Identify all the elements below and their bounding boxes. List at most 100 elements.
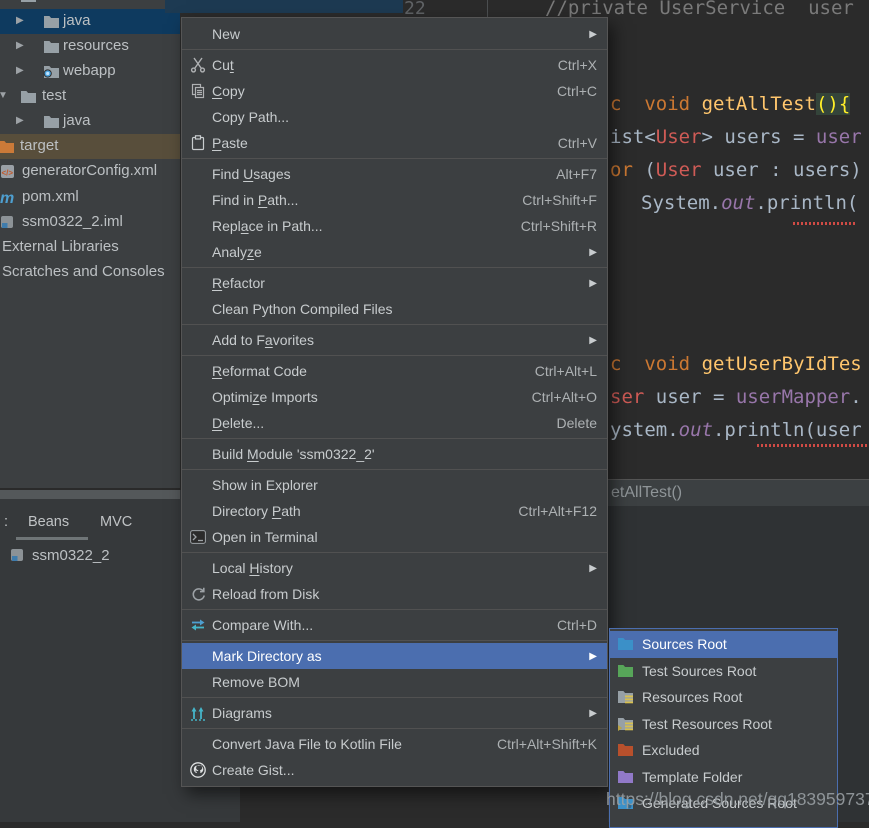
menu-icon-spacer	[188, 26, 208, 43]
menu-item-label: Build Module 'ssm0322_2'	[212, 446, 375, 462]
tab-beans[interactable]: Beans	[28, 514, 69, 530]
tree-item-scratches[interactable]: Scratches and Consoles	[0, 260, 180, 285]
menu-item-refactor[interactable]: Refactor▶	[182, 270, 607, 296]
menu-item-label: Refactor	[212, 275, 265, 291]
menu-item-add-to-favorites[interactable]: Add to Favorites▶	[182, 327, 607, 353]
submenu-arrow-icon: ▶	[589, 651, 597, 662]
menu-item-show-in-explorer[interactable]: Show in Explorer	[182, 472, 607, 498]
menu-item-shortcut: Ctrl+Alt+L	[535, 363, 597, 379]
menu-item-label: Reformat Code	[212, 363, 307, 379]
module-row[interactable]: ssm0322_2	[0, 544, 180, 568]
reload-icon	[188, 586, 208, 603]
menu-separator	[182, 158, 607, 159]
menu-item-directory-path[interactable]: Directory PathCtrl+Alt+F12	[182, 498, 607, 524]
code-line-7: ystem.out.println(user	[610, 414, 862, 447]
code-token: (	[633, 159, 656, 181]
submenu-arrow-icon: ▶	[589, 247, 597, 258]
menu-item-label: Add to Favorites	[212, 332, 314, 348]
folder-excluded-icon	[617, 742, 635, 758]
menu-item-find-in-path[interactable]: Find in Path...Ctrl+Shift+F	[182, 187, 607, 213]
code-token: getAllTest	[702, 93, 816, 115]
menu-item-label: Open in Terminal	[212, 529, 318, 545]
tree-item-webapp[interactable]: ▶webapp	[0, 59, 180, 84]
tree-item-resources[interactable]: ▶resources	[0, 34, 180, 59]
compare-icon	[188, 617, 208, 634]
editor-gutter-divider	[487, 0, 488, 17]
menu-item-new[interactable]: New▶	[182, 21, 607, 47]
menu-separator	[182, 728, 607, 729]
tree-item-java[interactable]: ▶java	[0, 9, 180, 34]
menu-item-delete[interactable]: Delete...Delete	[182, 410, 607, 436]
tree-item-pom[interactable]: mpom.xml	[0, 185, 180, 210]
code-token: (){	[816, 93, 850, 115]
submenu-item-resources-root[interactable]: Resources Root	[610, 684, 837, 711]
menu-item-copy-path[interactable]: Copy Path...	[182, 104, 607, 130]
menu-separator	[182, 609, 607, 610]
menu-item-build-module[interactable]: Build Module 'ssm0322_2'	[182, 441, 607, 467]
code-token: out	[721, 192, 755, 214]
submenu-item-label: Resources Root	[642, 689, 742, 705]
diagrams-icon	[188, 705, 208, 722]
menu-item-clean-python-compiled-files[interactable]: Clean Python Compiled Files	[182, 296, 607, 322]
submenu-item-excluded[interactable]: Excluded	[610, 737, 837, 764]
menu-item-label: Replace in Path...	[212, 218, 323, 234]
menu-item-label: Compare With...	[212, 617, 313, 633]
tree-item-test[interactable]: ▼test	[0, 84, 180, 109]
code-token: .println(	[755, 192, 858, 214]
chevron-right-icon[interactable]: ▶	[16, 15, 24, 26]
menu-item-shortcut: Ctrl+Shift+F	[522, 192, 597, 208]
tree-item-label: main	[42, 0, 75, 3]
module-label: ssm0322_2	[32, 547, 110, 564]
menu-item-convert-java-to-kotlin[interactable]: Convert Java File to Kotlin FileCtrl+Alt…	[182, 731, 607, 757]
menu-item-copy[interactable]: CopyCtrl+C	[182, 78, 607, 104]
menu-item-remove-bom[interactable]: Remove BOM	[182, 669, 607, 695]
menu-item-compare-with[interactable]: Compare With...Ctrl+D	[182, 612, 607, 638]
tree-item-external-libraries[interactable]: External Libraries	[0, 235, 180, 260]
menu-item-open-in-terminal[interactable]: Open in Terminal	[182, 524, 607, 550]
chevron-right-icon[interactable]: ▶	[16, 65, 24, 76]
menu-item-cut[interactable]: CutCtrl+X	[182, 52, 607, 78]
tree-item-target[interactable]: target	[0, 134, 180, 159]
menu-item-create-gist[interactable]: Create Gist...	[182, 757, 607, 783]
chevron-right-icon[interactable]: ▶	[16, 115, 24, 126]
menu-item-analyze[interactable]: Analyze▶	[182, 239, 607, 265]
menu-item-optimize-imports[interactable]: Optimize ImportsCtrl+Alt+O	[182, 384, 607, 410]
menu-item-shortcut: Alt+F7	[556, 166, 597, 182]
menu-item-diagrams[interactable]: Diagrams▶	[182, 700, 607, 726]
menu-item-replace-in-path[interactable]: Replace in Path... Ctrl+Shift+R	[182, 213, 607, 239]
editor-tab-highlight	[165, 0, 403, 13]
chevron-right-icon[interactable]: ▶	[16, 40, 24, 51]
submenu-item-template-folder[interactable]: Template Folder	[610, 764, 837, 791]
tree-item-test-java[interactable]: ▶java	[0, 109, 180, 134]
submenu-item-test-resources-root[interactable]: Test Resources Root	[610, 711, 837, 738]
code-token: user	[816, 126, 862, 148]
menu-item-paste[interactable]: PasteCtrl+V	[182, 130, 607, 156]
menu-item-reformat-code[interactable]: Reformat Code Ctrl+Alt+L	[182, 358, 607, 384]
tree-item-label: pom.xml	[22, 188, 79, 205]
chevron-down-icon[interactable]: ▼	[0, 90, 8, 101]
menu-icon-spacer	[188, 446, 208, 463]
tree-item-iml[interactable]: ssm0322_2.iml	[0, 210, 180, 235]
tab-mvc[interactable]: MVC	[100, 514, 132, 530]
panel-splitter[interactable]	[0, 488, 180, 499]
folder-web-icon	[43, 64, 61, 80]
tree-item-main[interactable]: main	[0, 0, 180, 8]
menu-item-label: Paste	[212, 135, 248, 151]
menu-icon-spacer	[188, 218, 208, 235]
menu-separator	[182, 640, 607, 641]
menu-separator	[182, 552, 607, 553]
menu-item-mark-directory-as[interactable]: Mark Directory as▶	[182, 643, 607, 669]
tree-item-generator-config[interactable]: </>generatorConfig.xml	[0, 159, 180, 184]
submenu-item-sources-root[interactable]: Sources Root	[610, 631, 837, 658]
menu-item-local-history[interactable]: Local History▶	[182, 555, 607, 581]
code-token: User	[656, 159, 702, 181]
menu-item-shortcut: Ctrl+Shift+R	[521, 218, 597, 234]
menu-item-reload-from-disk[interactable]: Reload from Disk	[182, 581, 607, 607]
submenu-item-test-sources-root[interactable]: Test Sources Root	[610, 658, 837, 685]
code-line-6: ser user = userMapper.	[610, 381, 862, 414]
xml-icon: </>	[0, 164, 18, 180]
submenu-item-label: Sources Root	[642, 636, 727, 652]
code-token: user : users)	[702, 159, 862, 181]
menu-item-find-usages[interactable]: Find UsagesAlt+F7	[182, 161, 607, 187]
code-token: getUserByIdTes	[702, 353, 862, 375]
